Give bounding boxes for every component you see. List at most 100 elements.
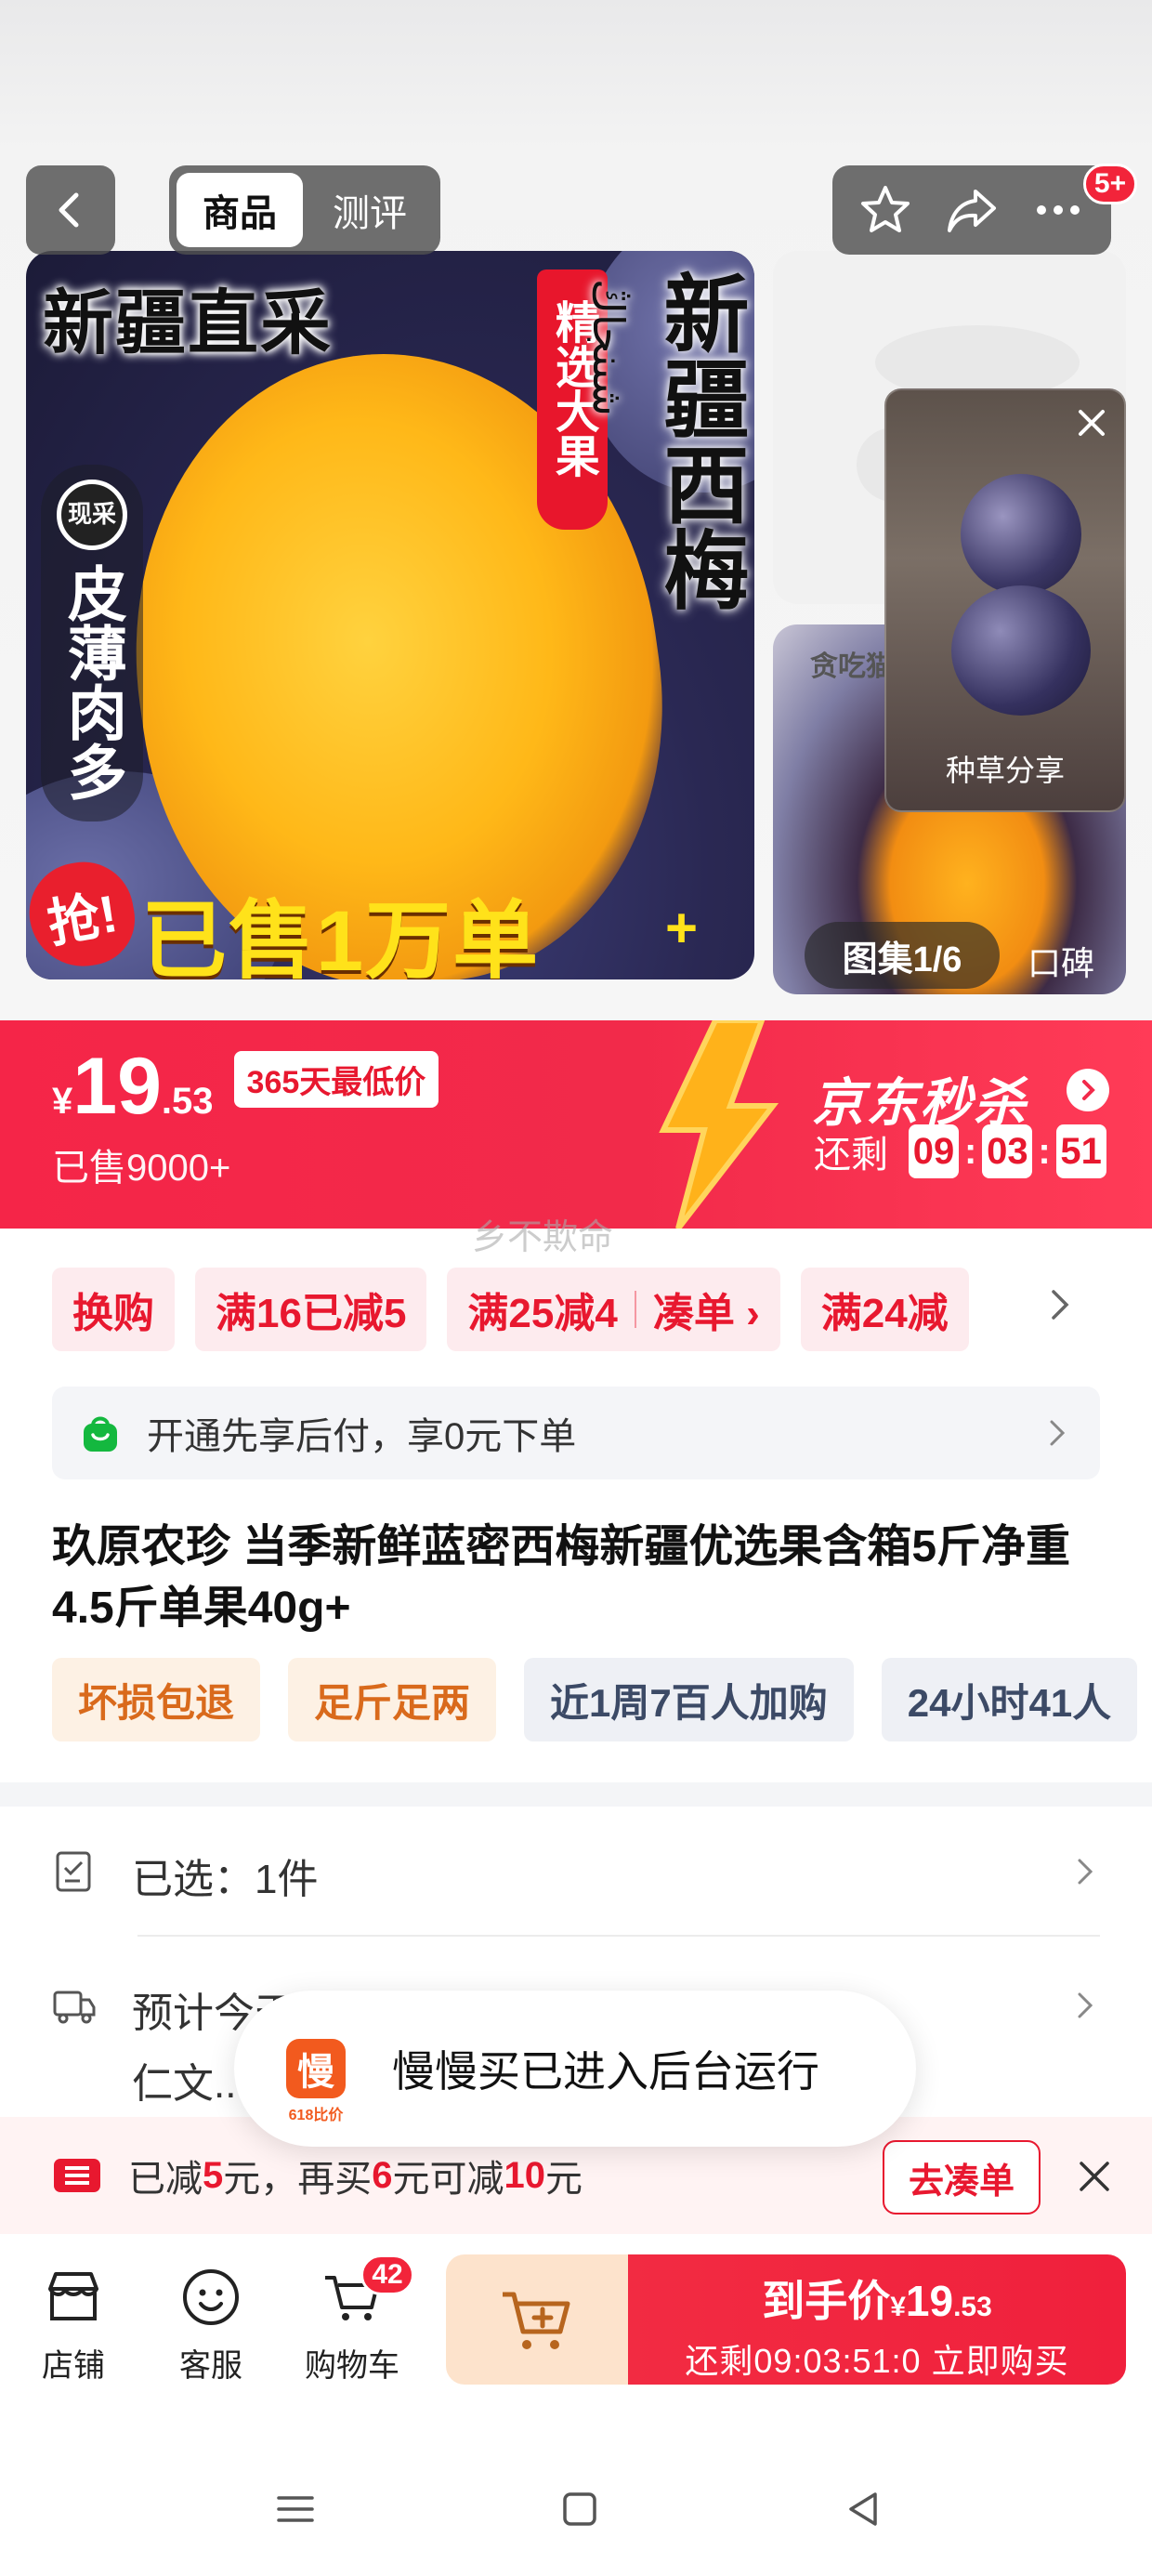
shopping-bag-icon (84, 1416, 117, 1452)
video-preview[interactable]: 种草分享 (884, 388, 1126, 812)
promo-item[interactable]: 满16已减5 (195, 1268, 427, 1351)
product-tag: 坏损包退 (52, 1658, 261, 1741)
buy-price-int: 19 (905, 2277, 954, 2325)
close-icon[interactable] (1068, 2150, 1120, 2202)
promo-item[interactable]: 满25减4 凑单 › (447, 1268, 780, 1351)
app-icon-caption: 618比价 (288, 2108, 344, 2123)
sold-banner-plus: + (665, 897, 699, 959)
countdown-seconds: 51 (1055, 1124, 1106, 1178)
bottom-action-bar: 店铺 客服 42 购物车 到手价¥19.53 还剩09:03:51:0 立即购买 (0, 2234, 1152, 2409)
chevron-right-icon[interactable] (1046, 1286, 1074, 1328)
product-tag: 近1周7百人加购 (524, 1658, 854, 1741)
buy-currency: ¥ (890, 2292, 906, 2322)
header-actions (832, 165, 1111, 255)
tab-review[interactable]: 测评 (307, 173, 433, 247)
promo-item-extra[interactable]: 凑单 › (653, 1280, 760, 1339)
video-label: 种草分享 (945, 754, 1065, 787)
share-icon[interactable] (939, 177, 1004, 243)
store-label: 店铺 (42, 2348, 105, 2384)
chevron-right-icon[interactable] (1067, 1069, 1109, 1111)
service-button[interactable]: 客服 (160, 2260, 262, 2385)
system-navigation-bar (0, 2409, 1152, 2576)
promo-item-label: 满25减4 (467, 1291, 618, 1336)
plum-image (951, 585, 1091, 716)
plum-image (961, 474, 1081, 595)
buy-now-button[interactable]: 到手价¥19.53 还剩09:03:51:0 立即购买 (628, 2254, 1126, 2385)
add-to-cart-icon (503, 2292, 570, 2349)
store-button[interactable]: 店铺 (22, 2260, 124, 2385)
product-tag: 24小时41人 (881, 1658, 1138, 1741)
countdown-separator: : (964, 1130, 977, 1172)
price-integer: 19 (72, 1042, 162, 1131)
add-to-cart-button[interactable] (446, 2254, 628, 2385)
image-uyghur-text: شىنجاڭ (584, 279, 633, 416)
sold-banner-text: 已售1万单 (141, 894, 541, 979)
seckill-countdown: 还剩 09 : 03 : 51 (814, 1124, 1106, 1178)
seckill-banner[interactable]: ¥ 19 .53 365天最低价 已售9000+ 京东秒杀 还剩 09 : 03… (0, 1020, 1152, 1229)
service-label: 客服 (179, 2348, 242, 2384)
promo-item[interactable]: 满24减 (800, 1268, 969, 1351)
add-more-button[interactable]: 去凑单 (883, 2140, 1041, 2215)
promo-list: 换购 满16已减5 满25减4 凑单 › 满24减 (52, 1268, 1028, 1351)
coupon-prefix: 已减 (128, 2159, 203, 2200)
background-toast: 慢 618比价 慢慢买已进入后台运行 (234, 1991, 916, 2147)
price-decimal: .53 (161, 1081, 214, 1122)
favorite-star-icon[interactable] (853, 177, 918, 243)
qiang-badge: 抢! (26, 854, 142, 975)
product-title: 玖原农珍 当季新鲜蓝密西梅新疆优选果含箱5斤净重4.5斤单果40g+ (52, 1522, 1071, 1634)
delivery-truck-icon (53, 1991, 96, 2024)
tab-product[interactable]: 商品 (177, 173, 303, 247)
coupon-amount: 6 (372, 2154, 393, 2196)
promo-divider (634, 1291, 636, 1328)
cart-count-badge: 42 (360, 2254, 414, 2295)
pay-later-bar[interactable]: 开通先享后付，享0元下单 (52, 1387, 1100, 1479)
spec-icon (56, 1851, 91, 1892)
divider (137, 1935, 1100, 1937)
back-triangle-icon[interactable] (836, 2481, 892, 2537)
main-product-image[interactable]: 新疆直采 精选大果 شىنجاڭ 新疆西梅 现采 皮薄肉多 抢! 已售1万单 + (26, 251, 754, 979)
selected-spec-text: 已选：1件 (132, 1857, 319, 1902)
coupon-text: 元可减 (392, 2159, 504, 2200)
menu-icon[interactable] (268, 2481, 323, 2537)
buy-subtext: 还剩09:03:51:0 立即购买 (685, 2342, 1069, 2380)
koubei-label[interactable]: 口碑 (1028, 937, 1094, 985)
vertical-label-text: 皮薄肉多 (59, 563, 126, 801)
coupon-amount: 10 (504, 2154, 546, 2196)
image-sold-banner: 抢! 已售1万单 + (26, 853, 754, 979)
xiancai-badge: 现采 (57, 480, 127, 550)
chevron-left-icon (59, 192, 79, 228)
header-tabs: 商品 测评 (169, 165, 440, 255)
more-icon[interactable] (1026, 177, 1091, 243)
selected-spec-row[interactable]: 已选：1件 (52, 1846, 1100, 1905)
close-icon[interactable] (1068, 400, 1115, 446)
image-side-title: 新疆西梅 (651, 269, 746, 611)
countdown-minutes: 03 (982, 1124, 1033, 1178)
image-vertical-label: 现采 皮薄肉多 (41, 465, 143, 821)
promo-item[interactable]: 换购 (52, 1268, 175, 1351)
home-square-icon[interactable] (552, 2481, 608, 2537)
image-title: 新疆直采 (43, 284, 333, 363)
cart-button[interactable]: 42 购物车 (301, 2254, 414, 2385)
lowest-price-badge: 365天最低价 (233, 1050, 439, 1108)
seckill-price: ¥ 19 .53 365天最低价 (52, 1046, 439, 1126)
thumbnail-label: 贪吃猫 (810, 651, 894, 682)
coupon-icon (54, 2159, 100, 2192)
countdown-hours: 09 (909, 1124, 959, 1178)
store-icon (36, 2260, 111, 2334)
gallery-counter[interactable]: 图集1/6 (805, 922, 1000, 989)
back-button[interactable] (26, 165, 115, 255)
chevron-right-icon (1050, 1420, 1066, 1446)
coupon-amount: 5 (203, 2154, 224, 2196)
chevron-right-icon (1078, 1859, 1093, 1885)
app-icon: 慢 618比价 (286, 2039, 346, 2123)
app-icon-glyph: 慢 (297, 2052, 334, 2093)
coupon-suffix: 元 (545, 2159, 583, 2200)
notification-badge: 5+ (1083, 164, 1137, 204)
toast-message: 慢慢买已进入后台运行 (392, 2047, 819, 2096)
product-tags: 坏损包退 足斤足两 近1周7百人加购 24小时41人 (52, 1658, 1152, 1741)
watermark-text: 乡不欺命 (472, 1218, 614, 1257)
product-tag: 足斤足两 (288, 1658, 497, 1741)
coupon-text: 元，再买 (223, 2159, 373, 2200)
product-info-card: 换购 满16已减5 满25减4 凑单 › 满24减 开通先享后付，享0元下单 玖… (0, 1229, 1152, 1782)
countdown-label: 还剩 (814, 1135, 888, 1176)
